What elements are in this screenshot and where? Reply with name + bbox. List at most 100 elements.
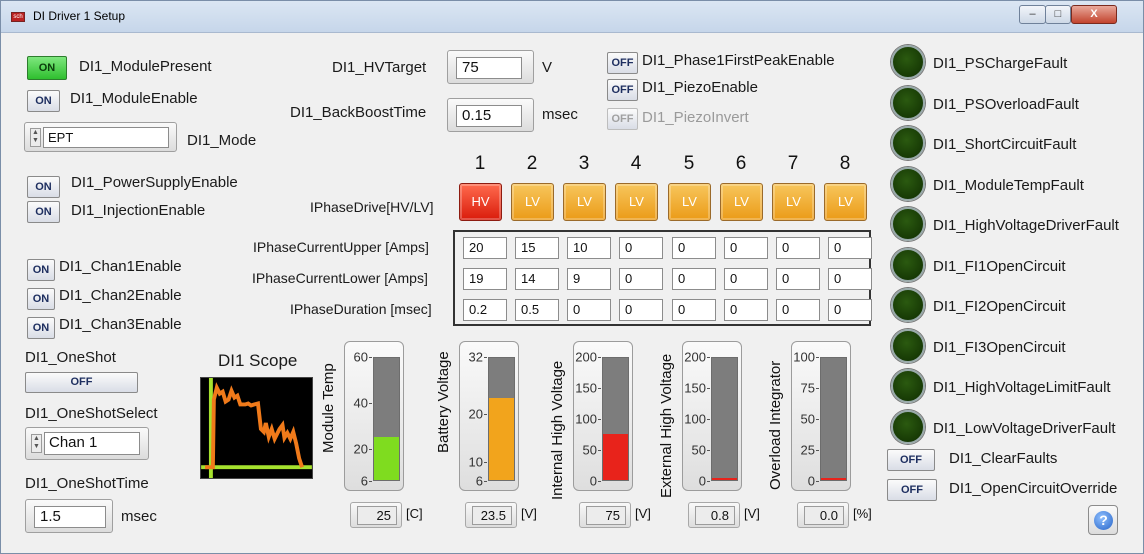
phase-cell-r1-c2[interactable]: 15 bbox=[515, 237, 559, 259]
meter-tick-label: 150 bbox=[575, 380, 597, 396]
one-shot-button[interactable]: OFF bbox=[25, 372, 138, 393]
phase-cell-r3-c3[interactable]: 0 bbox=[567, 299, 611, 321]
piezo-enable-label: DI1_PiezoEnable bbox=[642, 79, 758, 96]
help-button[interactable]: ? bbox=[1088, 505, 1118, 535]
mode-ring[interactable]: ▲ ▼ EPT bbox=[24, 122, 177, 152]
fault-led bbox=[891, 247, 925, 282]
meter-readout: 75 bbox=[579, 502, 631, 528]
meter-tick-label: 100 bbox=[793, 349, 815, 365]
phase-drive-button-4[interactable]: LV bbox=[615, 183, 658, 221]
open-circuit-override-button[interactable]: OFF bbox=[887, 479, 937, 501]
fault-led bbox=[891, 288, 925, 322]
open-circuit-override-label: DI1_OpenCircuitOverride bbox=[949, 480, 1118, 497]
one-shot-time-input[interactable]: 1.5 bbox=[34, 506, 106, 528]
meter-tick-label: 150 bbox=[684, 380, 706, 396]
meter-tick-mark bbox=[369, 357, 372, 358]
phase1-first-peak-label: DI1_Phase1FirstPeakEnable bbox=[642, 52, 835, 69]
one-shot-select-spinner-icon[interactable]: ▲ ▼ bbox=[31, 434, 42, 453]
back-boost-unit: msec bbox=[542, 106, 578, 123]
power-supply-enable-toggle[interactable]: ON bbox=[27, 176, 60, 198]
phase-cell-r1-c4[interactable]: 0 bbox=[619, 237, 663, 259]
clear-faults-label: DI1_ClearFaults bbox=[949, 450, 1058, 467]
meter-scale: 100 75 50 25 0 bbox=[789, 349, 819, 489]
meter-scale: 200 150 100 50 0 bbox=[680, 350, 710, 489]
phase-cell-r1-c5[interactable]: 0 bbox=[672, 237, 716, 259]
phase-drive-button-3[interactable]: LV bbox=[563, 183, 606, 221]
phase-drive-button-1[interactable]: HV bbox=[459, 183, 502, 221]
meter-readout-value: 25 bbox=[357, 506, 397, 525]
phase-cell-r2-c6[interactable]: 0 bbox=[724, 268, 768, 290]
meter-unit: [V] bbox=[744, 506, 760, 521]
injection-enable-toggle[interactable]: ON bbox=[27, 201, 60, 223]
phase-cell-r3-c2[interactable]: 0.5 bbox=[515, 299, 559, 321]
phase-cell-r3-c5[interactable]: 0 bbox=[672, 299, 716, 321]
chan3-enable-toggle[interactable]: ON bbox=[27, 317, 55, 339]
meter-tick-label: 50 bbox=[800, 411, 815, 427]
phase-drive-button-2[interactable]: LV bbox=[511, 183, 554, 221]
meter-tick-label: 20 bbox=[353, 441, 368, 457]
phase-cell-r1-c7[interactable]: 0 bbox=[776, 237, 820, 259]
phase-cell-r3-c6[interactable]: 0 bbox=[724, 299, 768, 321]
phase-drive-button-5[interactable]: LV bbox=[668, 183, 711, 221]
phase-cell-r3-c1[interactable]: 0.2 bbox=[463, 299, 507, 321]
meter-scale: 200 150 100 50 0 bbox=[571, 350, 601, 489]
phase-cell-r2-c1[interactable]: 19 bbox=[463, 268, 507, 290]
clear-faults-button[interactable]: OFF bbox=[887, 449, 935, 471]
phase-cell-r2-c5[interactable]: 0 bbox=[672, 268, 716, 290]
meter-tick-label: 20 bbox=[468, 406, 483, 422]
meter-tick-mark bbox=[484, 357, 487, 358]
phase-cell-r3-c8[interactable]: 0 bbox=[828, 299, 872, 321]
module-enable-toggle[interactable]: ON bbox=[27, 90, 60, 112]
phase-cell-r3-c4[interactable]: 0 bbox=[619, 299, 663, 321]
one-shot-select-ring[interactable]: ▲ ▼ Chan 1 bbox=[25, 427, 149, 460]
meter-tick-label: 0 bbox=[807, 473, 815, 489]
phase-cell-r1-c3[interactable]: 10 bbox=[567, 237, 611, 259]
phase-drive-button-8[interactable]: LV bbox=[824, 183, 867, 221]
meter-unit: [%] bbox=[853, 506, 872, 521]
meter-readout: 25 bbox=[350, 502, 402, 528]
one-shot-select-value[interactable]: Chan 1 bbox=[44, 432, 140, 455]
phase-column-6: 6 bbox=[735, 153, 747, 174]
minimize-button[interactable]: – bbox=[1019, 5, 1046, 24]
hv-target-control[interactable]: 75 bbox=[447, 50, 534, 84]
back-boost-input[interactable]: 0.15 bbox=[456, 105, 522, 127]
phase-cell-r2-c2[interactable]: 14 bbox=[515, 268, 559, 290]
back-boost-control[interactable]: 0.15 bbox=[447, 98, 534, 132]
phase-cell-r2-c8[interactable]: 0 bbox=[828, 268, 872, 290]
maximize-button[interactable]: □ bbox=[1045, 5, 1071, 24]
phase-drive-button-6[interactable]: LV bbox=[720, 183, 763, 221]
meter-scale: 32 20 10 6 bbox=[457, 350, 487, 489]
meter-tick-label: 6 bbox=[475, 473, 483, 489]
phase-cell-r1-c1[interactable]: 20 bbox=[463, 237, 507, 259]
module-enable-label: DI1_ModuleEnable bbox=[70, 90, 198, 107]
meter-tick-mark bbox=[598, 419, 601, 420]
mode-value[interactable]: EPT bbox=[43, 127, 169, 148]
fault-label: DI1_FI2OpenCircuit bbox=[933, 298, 1066, 315]
phase-cell-r2-c3[interactable]: 9 bbox=[567, 268, 611, 290]
phase-cell-r1-c8[interactable]: 0 bbox=[828, 237, 872, 259]
chan2-enable-toggle[interactable]: ON bbox=[27, 288, 55, 310]
piezo-invert-toggle: OFF bbox=[607, 108, 638, 130]
mode-spinner-icon[interactable]: ▲ ▼ bbox=[30, 128, 41, 147]
one-shot-time-control[interactable]: 1.5 bbox=[25, 499, 113, 533]
app-window: sch DI Driver 1 Setup – □ X ON DI1_Modul… bbox=[0, 0, 1144, 554]
meter-scale: 60 40 20 6 bbox=[342, 350, 372, 489]
phase-drive-button-7[interactable]: LV bbox=[772, 183, 815, 221]
phase-cell-r2-c4[interactable]: 0 bbox=[619, 268, 663, 290]
chan1-enable-toggle[interactable]: ON bbox=[27, 259, 55, 281]
fault-led bbox=[891, 85, 925, 120]
phase1-first-peak-toggle[interactable]: OFF bbox=[607, 52, 638, 74]
close-button[interactable]: X bbox=[1071, 5, 1117, 24]
one-shot-label: DI1_OneShot bbox=[25, 349, 116, 366]
phase-cell-r1-c6[interactable]: 0 bbox=[724, 237, 768, 259]
scope-graph bbox=[200, 377, 313, 479]
piezo-enable-toggle[interactable]: OFF bbox=[607, 79, 638, 101]
meter-fill bbox=[489, 397, 514, 480]
meter-label: Internal High Voltage bbox=[549, 360, 566, 500]
phase-cell-r2-c7[interactable]: 0 bbox=[776, 268, 820, 290]
meter-tick-mark bbox=[816, 481, 819, 482]
phase-cell-r3-c7[interactable]: 0 bbox=[776, 299, 820, 321]
meter-tick-mark bbox=[707, 450, 710, 451]
fault-led bbox=[891, 45, 925, 79]
hv-target-input[interactable]: 75 bbox=[456, 57, 522, 79]
